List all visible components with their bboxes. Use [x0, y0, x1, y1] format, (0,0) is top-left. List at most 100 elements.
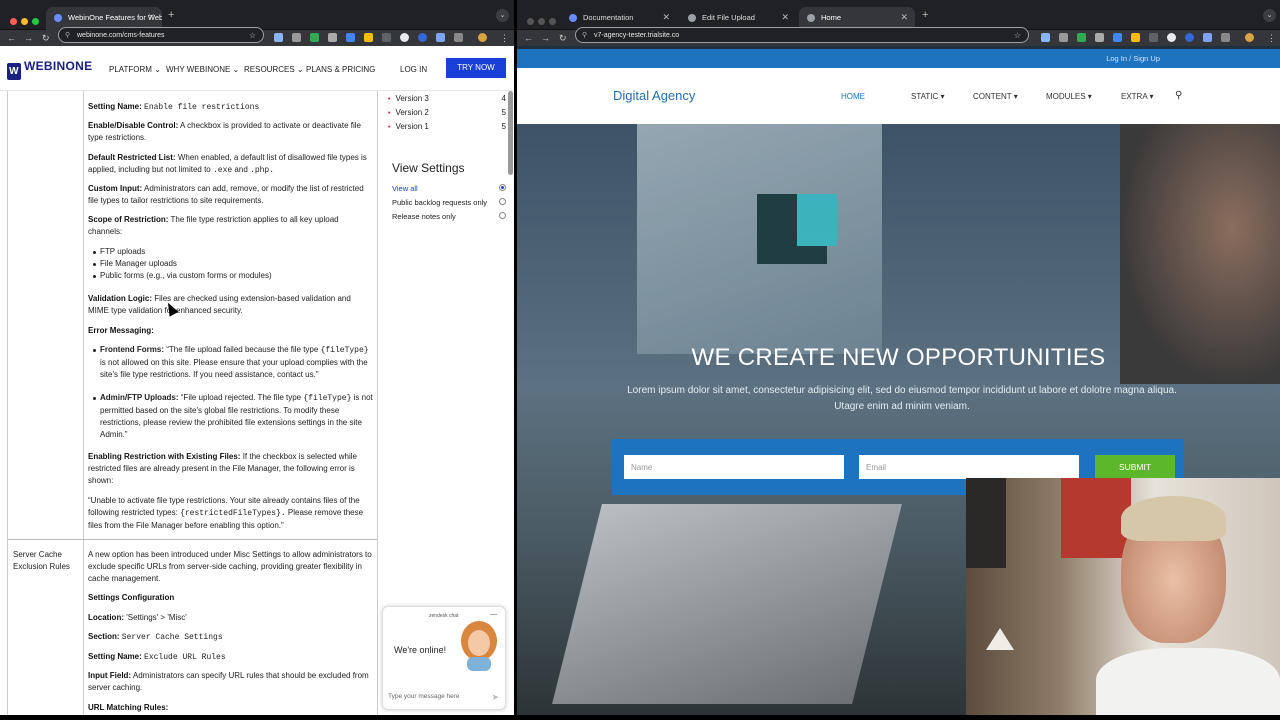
webinone-logo[interactable]: W WEBINONE	[7, 59, 92, 80]
back-icon[interactable]: ←	[524, 33, 533, 43]
radio[interactable]	[499, 212, 506, 219]
email-input[interactable]: Email	[859, 455, 1079, 479]
list-item: File Manager uploads	[93, 259, 177, 268]
chat-message-input[interactable]: Type your message here ➤	[388, 692, 504, 703]
avatar[interactable]	[1245, 33, 1254, 42]
url-input[interactable]: ⚲ v7-agency-tester.trialsite.co ☆	[575, 27, 1029, 43]
back-icon[interactable]: ←	[7, 33, 16, 43]
extension-icon[interactable]	[310, 33, 319, 42]
avatar[interactable]	[478, 33, 487, 42]
extension-icon[interactable]	[1077, 33, 1086, 42]
version-item[interactable]: • Version 25	[388, 108, 506, 117]
nav-platform[interactable]: PLATFORM ⌄	[109, 65, 161, 74]
try-now-button[interactable]: TRY NOW	[446, 58, 506, 78]
extension-icon[interactable]	[1095, 33, 1104, 42]
nav-resources[interactable]: RESOURCES ⌄	[244, 65, 304, 74]
view-all-option[interactable]: View all	[392, 184, 506, 193]
extension-icon[interactable]	[1167, 33, 1176, 42]
reload-icon[interactable]: ↻	[559, 33, 567, 44]
name-input[interactable]: Name	[624, 455, 844, 479]
custom-input: Custom Input: Administrators can add, re…	[88, 184, 364, 205]
extension-icon[interactable]	[274, 33, 283, 42]
menu-kebab-icon[interactable]: ⋮	[500, 33, 509, 44]
nav-content[interactable]: CONTENT ▾	[973, 92, 1018, 101]
extension-icon[interactable]	[364, 33, 373, 42]
extension-icon[interactable]	[1041, 33, 1050, 42]
shelf-ornament-image	[986, 628, 1014, 650]
search-icon[interactable]: ⚲	[1175, 90, 1182, 101]
nav-home[interactable]: HOME	[841, 92, 865, 101]
extension-icon[interactable]	[1113, 33, 1122, 42]
close-icon[interactable]: ✕	[781, 12, 789, 23]
nav-extra[interactable]: EXTRA ▾	[1121, 92, 1153, 101]
forward-icon[interactable]: →	[541, 33, 550, 43]
extension-icon[interactable]	[1203, 33, 1212, 42]
login-link[interactable]: LOG IN	[400, 65, 427, 74]
close-icon[interactable]: ✕	[662, 12, 670, 23]
extension-icon[interactable]	[292, 33, 301, 42]
site-header: W WEBINONE PLATFORM ⌄ WHY WEBINONE ⌄ RESO…	[0, 47, 514, 91]
presenter-hair	[1121, 496, 1226, 541]
left-browser-window: WebinOne Features for Webi ✕ + ⌄ ← → ↻ ⚲…	[0, 0, 514, 715]
list-item: Admin/FTP Uploads: “File upload rejected…	[93, 393, 373, 439]
site-info-icon[interactable]: ⚲	[582, 31, 587, 39]
submit-button[interactable]: SUBMIT	[1095, 455, 1175, 479]
extension-icon[interactable]	[1185, 33, 1194, 42]
radio-selected[interactable]	[499, 184, 506, 191]
tab-search-icon[interactable]: ⌄	[1263, 9, 1276, 22]
hero-subtext: Lorem ipsum dolor sit amet, consectetur …	[627, 385, 1177, 412]
new-tab-icon[interactable]: +	[922, 9, 928, 21]
send-icon[interactable]: ➤	[491, 692, 499, 703]
extension-icon[interactable]	[346, 33, 355, 42]
close-icon[interactable]: ✕	[147, 12, 155, 23]
radio[interactable]	[499, 198, 506, 205]
new-tab-icon[interactable]: +	[168, 9, 174, 21]
site-info-icon[interactable]: ⚲	[65, 31, 70, 39]
url-input[interactable]: ⚲ webinone.com/cms-features ☆	[58, 27, 264, 43]
extensions-puzzle-icon[interactable]	[1221, 33, 1230, 42]
minimize-icon[interactable]: —	[490, 611, 497, 618]
extension-icon[interactable]	[1149, 33, 1158, 42]
extensions-puzzle-icon[interactable]	[454, 33, 463, 42]
agency-header: Digital Agency HOME STATIC ▾ CONTENT ▾ M…	[517, 68, 1280, 124]
nav-modules[interactable]: MODULES ▾	[1046, 92, 1092, 101]
view-settings-heading: View Settings	[392, 161, 465, 175]
scope: Scope of Restriction: The file type rest…	[88, 215, 339, 236]
extension-icon[interactable]	[382, 33, 391, 42]
input-field: Input Field: Administrators can specify …	[88, 671, 369, 692]
extension-icon[interactable]	[1059, 33, 1068, 42]
window-controls[interactable]	[10, 12, 43, 30]
existing-error-message: “Unable to activate file type restrictio…	[88, 496, 364, 530]
close-icon[interactable]: ✕	[900, 12, 908, 23]
bookmark-star-icon[interactable]: ☆	[249, 31, 256, 40]
column-divider	[83, 91, 84, 715]
globe-icon	[807, 14, 815, 22]
enable-control: Enable/Disable Control: A checkbox is pr…	[88, 121, 362, 142]
webinone-favicon-icon	[54, 14, 62, 22]
login-signup-link[interactable]: Log In / Sign Up	[1106, 54, 1160, 63]
release-notes-option[interactable]: Release notes only	[392, 212, 506, 221]
hero-laptop-image	[552, 504, 902, 704]
zendesk-chat-widget[interactable]: zendesk chat — We're online! Type your m…	[382, 606, 506, 710]
menu-kebab-icon[interactable]: ⋮	[1267, 33, 1276, 44]
extension-icon[interactable]	[418, 33, 427, 42]
reload-icon[interactable]: ↻	[42, 33, 50, 44]
section: Section: Server Cache Settings	[88, 632, 223, 642]
nav-why-webinone[interactable]: WHY WEBINONE ⌄	[166, 65, 239, 74]
extension-icon[interactable]	[436, 33, 445, 42]
extension-icon[interactable]	[1131, 33, 1140, 42]
globe-icon	[688, 14, 696, 22]
version-item[interactable]: • Version 34	[388, 94, 506, 103]
extension-icon[interactable]	[328, 33, 337, 42]
extension-icon[interactable]	[400, 33, 409, 42]
window-controls[interactable]	[527, 12, 560, 30]
brand-logo[interactable]: Digital Agency	[613, 88, 695, 103]
version-item[interactable]: • Version 15	[388, 122, 506, 131]
forward-icon[interactable]: →	[24, 33, 33, 43]
public-backlog-option[interactable]: Public backlog requests only	[392, 198, 506, 207]
scrollbar[interactable]	[508, 91, 513, 175]
bookmark-star-icon[interactable]: ☆	[1014, 31, 1021, 40]
tab-search-icon[interactable]: ⌄	[496, 9, 509, 22]
nav-static[interactable]: STATIC ▾	[911, 92, 945, 101]
nav-plans-pricing[interactable]: PLANS & PRICING	[306, 65, 375, 74]
